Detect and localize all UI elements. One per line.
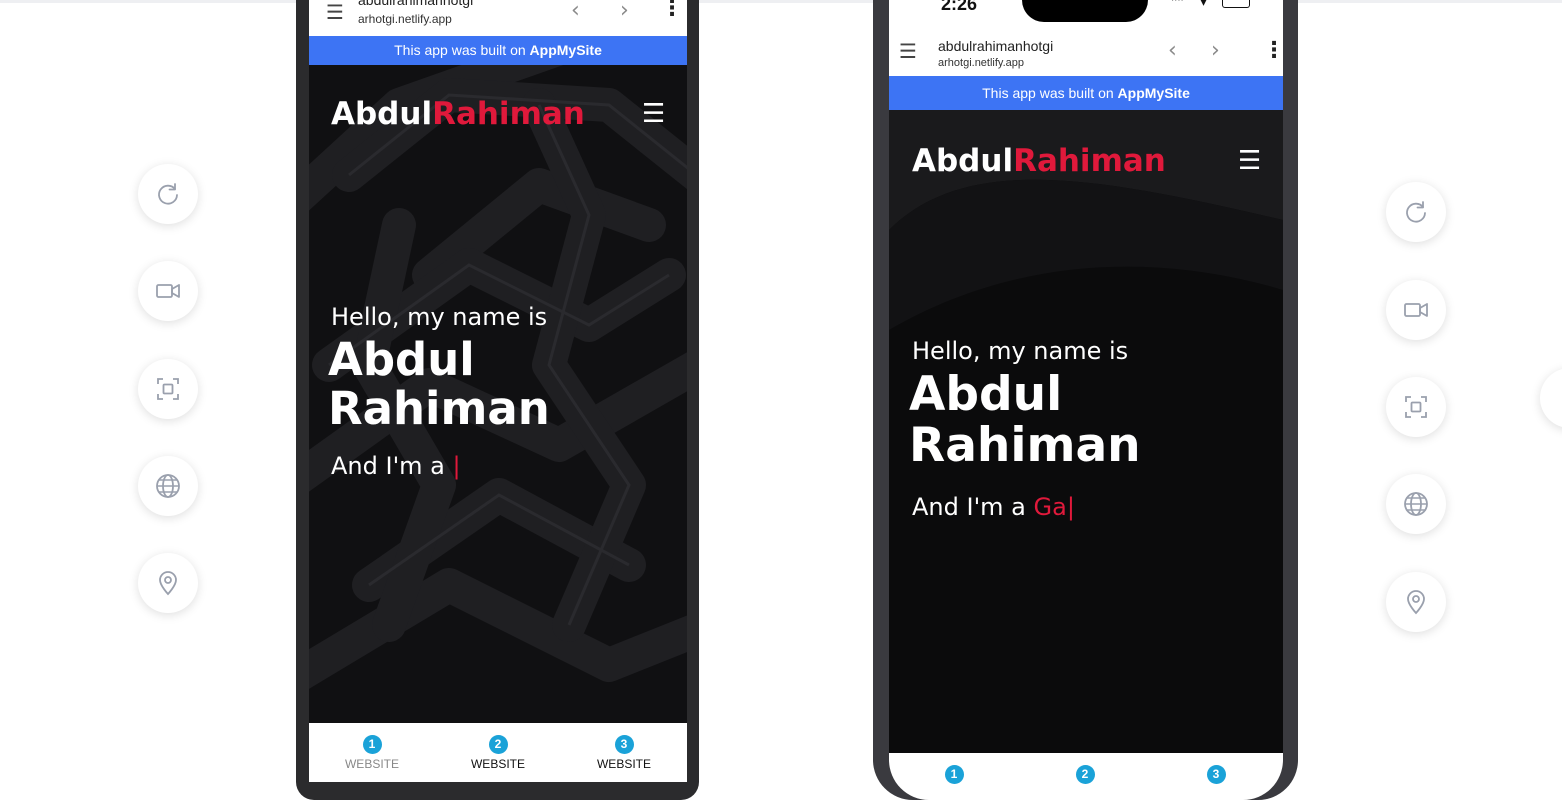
hero-role: And I'm a |: [331, 452, 461, 480]
appmysite-banner[interactable]: This app was built on AppMySite: [309, 36, 687, 65]
iphone-device-frame: 2:26 ···· ▾ ☰ abdulrahimanhotgi arhotgi.…: [873, 0, 1298, 800]
site-logo[interactable]: AbdulRahiman: [912, 143, 1166, 179]
tab-label: WEBSITE: [596, 757, 651, 771]
logo-first: Abdul: [331, 96, 433, 132]
screenshot-icon: [1405, 396, 1427, 418]
signal-icon: ····: [1171, 0, 1184, 7]
hero-name-line1: Abdul: [328, 333, 475, 386]
site-logo[interactable]: AbdulRahiman: [331, 96, 585, 132]
location-button[interactable]: [138, 553, 198, 613]
screenshot-button[interactable]: [138, 359, 198, 419]
role-typed: Ga: [1033, 493, 1067, 521]
site-url[interactable]: arhotgi.netlify.app: [358, 12, 452, 26]
site-title: abdulrahimanhotgi: [938, 38, 1054, 54]
forward-arrow-icon[interactable]: ›: [1211, 38, 1220, 63]
forward-arrow-icon[interactable]: ›: [620, 0, 629, 23]
browser-address-bar: ☰ abdulrahimanhotgi arhotgi.netlify.app …: [309, 0, 687, 37]
record-video-button[interactable]: [138, 261, 198, 321]
video-camera-icon: [156, 284, 180, 298]
hero-name: Abdul Rahiman: [909, 367, 1141, 473]
language-button[interactable]: [138, 456, 198, 516]
hero-name: Abdul Rahiman: [328, 333, 550, 435]
hamburger-menu-icon[interactable]: ☰: [899, 39, 917, 63]
partial-edge-button[interactable]: [1540, 368, 1562, 428]
site-title: abdulrahimanhotgi: [358, 0, 474, 8]
tab-website-3[interactable]: 3: [1181, 765, 1251, 787]
appmysite-banner[interactable]: This app was built on AppMySite: [889, 76, 1283, 110]
back-arrow-icon[interactable]: ‹: [1168, 38, 1177, 63]
tab-label: WEBSITE: [470, 757, 525, 771]
banner-brand: AppMySite: [1117, 85, 1190, 101]
role-prefix: And I'm a: [912, 493, 1034, 521]
hero-greeting: Hello, my name is: [331, 303, 548, 331]
bottom-tab-bar: 1 WEBSITE 2 WEBSITE 3 WEBSITE: [309, 723, 687, 782]
status-bar: 2:26 ···· ▾: [889, 0, 1283, 28]
typing-caret: |: [452, 452, 461, 480]
tab-website-2[interactable]: 2: [1050, 765, 1120, 787]
wifi-icon: ▾: [1200, 0, 1208, 10]
hamburger-menu-icon[interactable]: ☰: [326, 0, 344, 24]
more-options-icon[interactable]: ⋮: [1263, 38, 1283, 63]
screenshot-button[interactable]: [1386, 377, 1446, 437]
refresh-icon: [1406, 201, 1426, 223]
video-camera-icon: [1404, 303, 1428, 317]
tab-website-3[interactable]: 3 WEBSITE: [585, 735, 663, 771]
battery-icon: [1222, 0, 1250, 8]
tab-badge: 2: [1075, 765, 1095, 784]
hero-role: And I'm a Ga|: [912, 493, 1075, 521]
more-options-icon[interactable]: ⋮: [661, 0, 683, 21]
dynamic-island: [1022, 0, 1148, 22]
page-top-border: [0, 0, 1562, 3]
role-prefix: And I'm a: [331, 452, 453, 480]
status-time: 2:26: [941, 0, 978, 14]
language-button[interactable]: [1386, 474, 1446, 534]
tab-website-2[interactable]: 2 WEBSITE: [459, 735, 537, 771]
hero-greeting: Hello, my name is: [912, 337, 1129, 365]
hero-name-line2: Rahiman: [909, 417, 1141, 473]
hero-name-line2: Rahiman: [328, 381, 550, 435]
tab-website-1[interactable]: 1: [919, 765, 989, 787]
iphone-screen: 2:26 ···· ▾ ☰ abdulrahimanhotgi arhotgi.…: [889, 0, 1283, 800]
logo-second: Rahiman: [432, 96, 585, 132]
screenshot-icon: [157, 378, 179, 400]
banner-text: This app was built on: [982, 85, 1118, 101]
logo-first: Abdul: [912, 143, 1014, 179]
globe-icon: [156, 474, 180, 498]
reload-button[interactable]: [1386, 182, 1446, 242]
tab-badge: 3: [614, 735, 634, 754]
site-url[interactable]: arhotgi.netlify.app: [938, 57, 1024, 69]
hero-name-line1: Abdul: [909, 367, 1063, 422]
refresh-icon: [158, 183, 178, 205]
reload-button[interactable]: [138, 164, 198, 224]
logo-second: Rahiman: [1013, 143, 1166, 179]
android-device-frame: ☰ abdulrahimanhotgi arhotgi.netlify.app …: [296, 0, 699, 800]
site-menu-icon[interactable]: ☰: [1238, 146, 1261, 176]
site-menu-icon[interactable]: ☰: [642, 99, 665, 129]
globe-icon: [1404, 492, 1428, 516]
tab-label: WEBSITE: [344, 757, 399, 771]
record-video-button[interactable]: [1386, 280, 1446, 340]
tab-badge: 2: [488, 735, 508, 754]
tab-badge: 1: [362, 735, 382, 754]
location-pin-icon: [1407, 590, 1425, 615]
android-screen: ☰ abdulrahimanhotgi arhotgi.netlify.app …: [309, 0, 687, 782]
tab-badge: 1: [944, 765, 964, 784]
bottom-tab-bar: 1 2 3: [889, 753, 1283, 800]
browser-address-bar: ☰ abdulrahimanhotgi arhotgi.netlify.app …: [889, 28, 1283, 76]
typing-caret: |: [1066, 493, 1075, 521]
back-arrow-icon[interactable]: ‹: [571, 0, 580, 23]
location-button[interactable]: [1386, 572, 1446, 632]
tab-badge: 3: [1206, 765, 1226, 784]
tab-website-1[interactable]: 1 WEBSITE: [333, 735, 411, 771]
banner-text: This app was built on: [394, 42, 530, 58]
banner-brand: AppMySite: [529, 42, 602, 58]
location-pin-icon: [159, 571, 177, 596]
